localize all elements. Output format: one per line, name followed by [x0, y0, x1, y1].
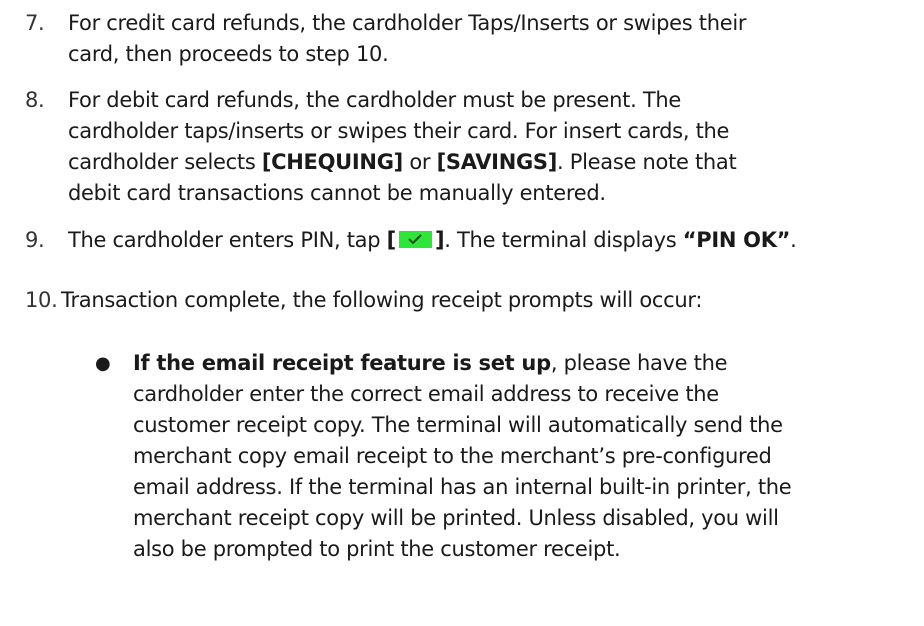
- text-run: cardholder selects: [68, 150, 262, 174]
- bullet-text: If the email receipt feature is set up, …: [133, 348, 918, 565]
- bullet-line: also be prompted to print the customer r…: [133, 537, 621, 561]
- document-page: 7. For credit card refunds, the cardhold…: [0, 0, 924, 626]
- step-number: 8.: [25, 88, 45, 112]
- savings-option: [SAVINGS]: [436, 150, 558, 174]
- step-text: For credit card refunds, the cardholder …: [68, 8, 918, 70]
- pin-ok-text: “PIN OK”: [682, 228, 791, 252]
- bullet-line: customer receipt copy. The terminal will…: [133, 413, 783, 437]
- text-run: or: [402, 150, 437, 174]
- text-run: The cardholder enters PIN, tap: [68, 228, 387, 252]
- step-line: debit card transactions cannot be manual…: [68, 181, 606, 205]
- bullet-line: merchant receipt copy will be printed. U…: [133, 506, 779, 530]
- bullet-line: If the email receipt feature is set up, …: [133, 348, 918, 379]
- step-number: 10.: [25, 288, 58, 312]
- text-run: .: [790, 228, 797, 252]
- text-run: . Please note that: [557, 150, 737, 174]
- step-text: Transaction complete, the following rece…: [61, 288, 703, 312]
- step-line: card, then proceeds to step 10.: [68, 42, 389, 66]
- step-number: 7.: [25, 11, 45, 35]
- step-line: For credit card refunds, the cardholder …: [68, 11, 747, 35]
- step-text: The cardholder enters PIN, tap []. The t…: [68, 225, 918, 256]
- bullet-line: cardholder enter the correct email addre…: [133, 382, 719, 406]
- chequing-option: [CHEQUING]: [261, 150, 403, 174]
- bullet-icon: ●: [95, 353, 111, 374]
- step-line: For debit card refunds, the cardholder m…: [68, 88, 681, 112]
- bullet-line: email address. If the terminal has an in…: [133, 475, 792, 499]
- bracket-close: ]: [434, 228, 445, 252]
- bracket-open: [: [386, 228, 397, 252]
- bullet-line: merchant copy email receipt to the merch…: [133, 444, 772, 468]
- text-run: , please have the: [550, 351, 728, 375]
- step-number: 9.: [25, 228, 45, 252]
- confirm-button: [398, 230, 432, 248]
- step-text: For debit card refunds, the cardholder m…: [68, 85, 918, 209]
- text-run: . The terminal displays: [444, 228, 683, 252]
- step-line: cardholder taps/inserts or swipes their …: [68, 119, 730, 143]
- checkmark-icon: [408, 233, 423, 244]
- step-line: cardholder selects [CHEQUING] or [SAVING…: [68, 147, 918, 178]
- email-receipt-lead: If the email receipt feature is set up: [133, 351, 551, 375]
